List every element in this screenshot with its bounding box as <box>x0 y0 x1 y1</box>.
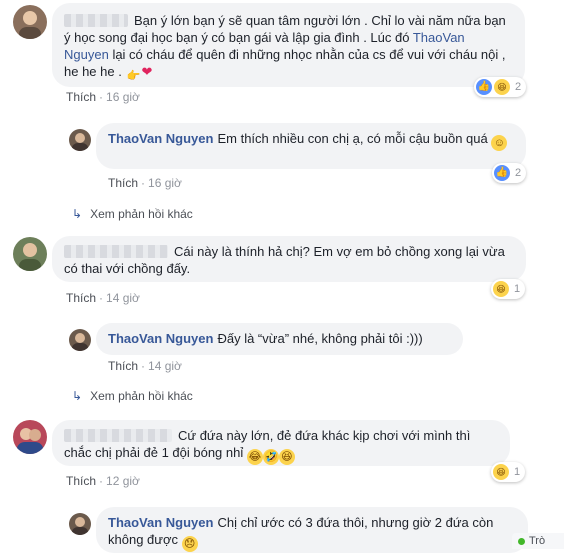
like-reaction-icon: 👍 <box>476 79 492 95</box>
comment-bubble: Bạn ý lớn bạn ý sẽ quan tâm người lớn . … <box>52 3 525 87</box>
reply-meta: Thích · 14 giờ <box>108 359 182 373</box>
more-replies-link[interactable]: ↳ Xem phản hồi khác <box>72 207 193 221</box>
like-link[interactable]: Thích <box>108 359 138 373</box>
more-replies-link[interactable]: ↳ Xem phản hồi khác <box>72 389 193 403</box>
timestamp[interactable]: 14 giờ <box>148 359 182 373</box>
like-link[interactable]: Thích <box>66 90 96 104</box>
timestamp[interactable]: 12 giờ <box>106 474 140 488</box>
grinning-emoji-icon: 😆 <box>278 449 295 465</box>
chat-corner-label: Trò <box>529 535 546 547</box>
heart-icon: ❤ <box>141 64 153 79</box>
haha-reaction-icon: 😆 <box>493 281 509 297</box>
reaction-count: 1 <box>514 283 521 295</box>
comment-meta: Thích · 14 giờ <box>66 291 140 305</box>
haha-reaction-icon: 😆 <box>494 79 510 95</box>
reply-meta: Thích · 16 giờ <box>108 176 182 190</box>
timestamp[interactable]: 14 giờ <box>106 291 140 305</box>
smile-emoji-icon: ☺ <box>491 135 508 151</box>
commenter-avatar[interactable] <box>13 5 47 39</box>
person-icon <box>19 11 41 39</box>
comment-bubble: Cái này là thính hả chị? Em vợ em bỏ chồ… <box>52 236 526 282</box>
timestamp[interactable]: 16 giờ <box>148 176 182 190</box>
disappointed-emoji-icon: 😞 <box>181 536 198 552</box>
reply-author[interactable]: ThaoVan Nguyen <box>108 331 213 346</box>
reply-text: Đấy là “vừa” nhé, không phải tôi :))) <box>217 331 423 346</box>
reaction-count: 2 <box>515 167 522 179</box>
person-icon <box>17 428 43 454</box>
commenter-avatar[interactable] <box>13 420 47 454</box>
reply-bubble: ThaoVan Nguyen Đấy là “vừa” nhé, không ph… <box>96 323 463 355</box>
reply-bubble: ThaoVan Nguyen Chị chỉ ước có 3 đứa thôi,… <box>96 507 528 553</box>
online-status-icon <box>518 537 525 545</box>
like-reaction-icon: 👍 <box>494 165 510 181</box>
like-link[interactable]: Thích <box>108 176 138 190</box>
reply-arrow-icon: ↳ <box>72 389 83 403</box>
blurred-name <box>64 14 128 27</box>
commenter-avatar[interactable] <box>13 237 47 271</box>
reply-arrow-icon: ↳ <box>72 207 83 221</box>
chat-sidebar-tab[interactable]: Trò <box>512 533 564 549</box>
timestamp[interactable]: 16 giờ <box>106 90 140 104</box>
haha-reaction-icon: 😆 <box>493 464 509 480</box>
pointing-hand-icon: 👉 <box>126 70 141 82</box>
reaction-summary[interactable]: 😆 1 <box>491 462 526 482</box>
reply-author[interactable]: ThaoVan Nguyen <box>108 131 213 146</box>
reply-avatar[interactable] <box>69 513 91 535</box>
reply-author[interactable]: ThaoVan Nguyen <box>108 515 213 530</box>
person-icon <box>72 133 88 151</box>
reaction-count: 1 <box>514 466 521 478</box>
blurred-name <box>64 245 168 258</box>
person-icon <box>19 243 41 271</box>
comment-meta: Thích · 16 giờ <box>66 90 140 104</box>
like-link[interactable]: Thích <box>66 474 96 488</box>
reaction-summary[interactable]: 👍 2 <box>492 163 527 183</box>
reply-avatar[interactable] <box>69 329 91 351</box>
reaction-summary[interactable]: 👍 😆 2 <box>474 77 527 97</box>
reply-text: Em thích nhiều con chị ạ, có mỗi cậu buồ… <box>217 131 488 146</box>
reply-bubble: ThaoVan Nguyen Em thích nhiều con chị ạ, … <box>96 123 526 169</box>
reply-avatar[interactable] <box>69 129 91 151</box>
comment-meta: Thích · 12 giờ <box>66 474 140 488</box>
laughing-emoji-icon: 😂 <box>246 449 263 465</box>
person-icon <box>72 517 88 535</box>
like-link[interactable]: Thích <box>66 291 96 305</box>
blurred-name <box>64 429 172 442</box>
comment-bubble: Cứ đứa này lớn, đẻ đứa khác kịp chơi với… <box>52 420 510 466</box>
rofl-emoji-icon: 🤣 <box>262 449 279 465</box>
reaction-count: 2 <box>515 81 522 93</box>
reaction-summary[interactable]: 😆 1 <box>491 279 526 299</box>
person-icon <box>72 333 88 351</box>
